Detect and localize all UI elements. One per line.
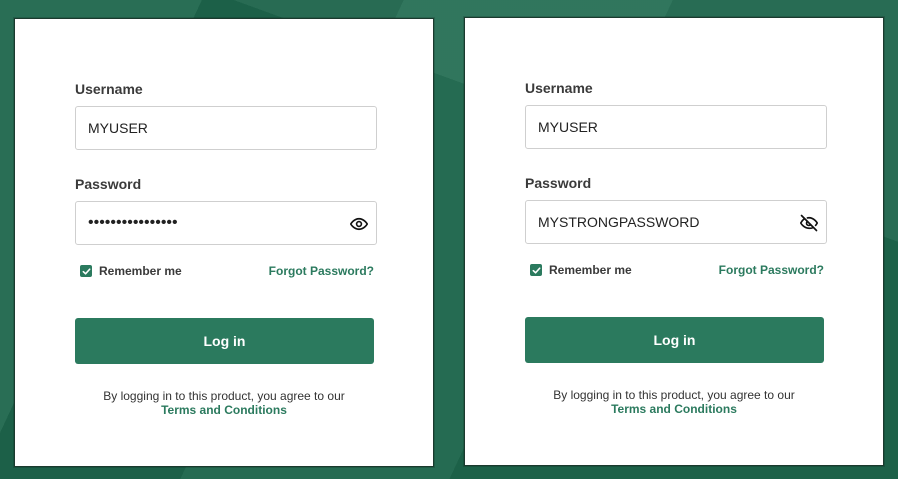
username-input[interactable]	[526, 106, 826, 148]
password-label: Password	[525, 175, 592, 191]
forgot-password-link[interactable]: Forgot Password?	[719, 263, 824, 277]
password-field-container	[525, 200, 827, 244]
terms-notice: By logging in to this product, you agree…	[553, 388, 795, 402]
checkbox-checked-icon[interactable]	[80, 265, 92, 277]
password-label: Password	[75, 176, 142, 192]
username-label: Username	[525, 80, 593, 96]
password-field-container	[75, 201, 377, 245]
login-panel-visible: Username Password Remember me Forgot Pas…	[464, 17, 884, 466]
eye-icon[interactable]	[348, 213, 370, 235]
username-input[interactable]	[76, 107, 376, 149]
remember-me-checkbox[interactable]: Remember me	[530, 263, 632, 277]
login-button[interactable]: Log in	[75, 318, 374, 364]
password-input[interactable]	[526, 201, 826, 243]
login-panel-masked: Username Password Remember me Forgot Pas…	[14, 18, 434, 467]
eye-slash-icon[interactable]	[798, 212, 820, 234]
terms-container: Terms and Conditions	[15, 403, 433, 417]
terms-and-conditions-link[interactable]: Terms and Conditions	[161, 403, 287, 417]
username-field-container	[75, 106, 377, 150]
remember-me-label: Remember me	[99, 264, 182, 278]
remember-me-label: Remember me	[549, 263, 632, 277]
login-button[interactable]: Log in	[525, 317, 824, 363]
terms-and-conditions-link[interactable]: Terms and Conditions	[611, 402, 737, 416]
terms-container: Terms and Conditions	[465, 402, 883, 416]
forgot-password-link[interactable]: Forgot Password?	[269, 264, 374, 278]
username-label: Username	[75, 81, 143, 97]
username-field-container	[525, 105, 827, 149]
remember-me-checkbox[interactable]: Remember me	[80, 264, 182, 278]
terms-notice: By logging in to this product, you agree…	[103, 389, 345, 403]
checkbox-checked-icon[interactable]	[530, 264, 542, 276]
password-input[interactable]	[76, 202, 376, 244]
